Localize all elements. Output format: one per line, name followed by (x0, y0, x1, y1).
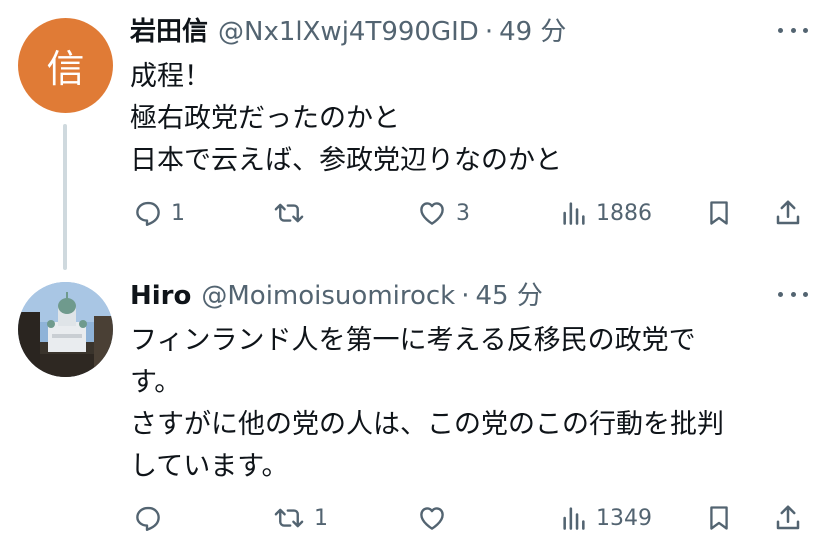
share-icon (776, 200, 800, 225)
reply-button[interactable]: 1 (133, 193, 185, 233)
tweet[interactable]: Hiro @Moimoisuomirock · 45 分 フィンランド人を第一に… (0, 268, 828, 557)
avatar-letter: 信 (18, 18, 113, 113)
separator-dot: · (484, 17, 494, 47)
views-button[interactable]: 1886 (560, 193, 652, 233)
tweet-header: 岩田信 @Nx1lXwj4T990GID · 49 分 (130, 12, 768, 52)
tweet-text-line: しています。 (130, 451, 289, 482)
repost-count: 1 (314, 505, 328, 531)
repost-button[interactable] (272, 193, 314, 233)
share-button[interactable] (773, 193, 803, 233)
cathedral-image (18, 282, 113, 377)
repost-button[interactable]: 1 (272, 498, 328, 538)
tweet[interactable]: 信 岩田信 @Nx1lXwj4T990GID · 49 分 成程！ 極右政党だっ… (0, 0, 828, 270)
reply-count: 1 (171, 200, 185, 226)
bookmark-icon (710, 506, 728, 530)
bookmark-button[interactable] (705, 193, 733, 233)
avatar[interactable]: 信 (18, 18, 113, 113)
tweet-text-line: さすがに他の党の人は、この党のこの行動を批判 (130, 409, 724, 440)
view-count: 1349 (596, 505, 652, 531)
user-handle[interactable]: @Moimoisuomirock (201, 276, 455, 316)
tweet-text: 成程！ 極右政党だったのかと 日本で云えば、参政党辺りなのかと (130, 56, 798, 182)
avatar[interactable] (18, 282, 113, 377)
tweet-text-line: フィンランド人を第一に考える反移民の政党で (130, 325, 696, 356)
timestamp[interactable]: 49 分 (499, 12, 566, 52)
tweet-text-line: 日本で云えば、参政党辺りなのかと (130, 145, 562, 176)
reply-thread: 信 岩田信 @Nx1lXwj4T990GID · 49 分 成程！ 極右政党だっ… (0, 0, 828, 557)
views-icon (563, 202, 585, 225)
tweet-text-line: 極右政党だったのかと (130, 103, 400, 134)
like-icon (420, 507, 444, 530)
tweet-text-line: す。 (130, 367, 182, 398)
user-handle[interactable]: @Nx1lXwj4T990GID (218, 12, 479, 52)
views-icon (563, 507, 585, 530)
repost-icon (274, 508, 304, 528)
reply-icon (136, 506, 160, 531)
like-button[interactable] (416, 498, 456, 538)
views-button[interactable]: 1349 (560, 498, 652, 538)
separator-dot: · (461, 281, 470, 311)
display-name[interactable]: 岩田信 (130, 12, 208, 52)
like-button[interactable]: 3 (416, 193, 470, 233)
tweet-text: フィンランド人を第一に考える反移民の政党で す。 さすがに他の党の人は、この党の… (130, 320, 798, 488)
reply-icon (136, 201, 160, 226)
view-count: 1886 (596, 200, 652, 226)
like-count: 3 (456, 200, 470, 226)
share-button[interactable] (773, 498, 803, 538)
more-icon[interactable] (778, 288, 808, 300)
more-icon[interactable] (778, 24, 808, 36)
like-icon (420, 202, 444, 225)
action-bar: 1 3 1886 (0, 193, 828, 233)
bookmark-button[interactable] (705, 498, 733, 538)
timestamp[interactable]: 45 分 (476, 276, 543, 316)
tweet-header: Hiro @Moimoisuomirock · 45 分 (130, 276, 768, 316)
share-icon (776, 505, 800, 530)
bookmark-icon (710, 201, 728, 225)
tweet-text-line: 成程！ (130, 61, 211, 92)
reply-button[interactable] (133, 498, 171, 538)
repost-icon (274, 203, 304, 223)
action-bar: 1 1349 (0, 498, 828, 538)
display-name[interactable]: Hiro (130, 276, 191, 316)
